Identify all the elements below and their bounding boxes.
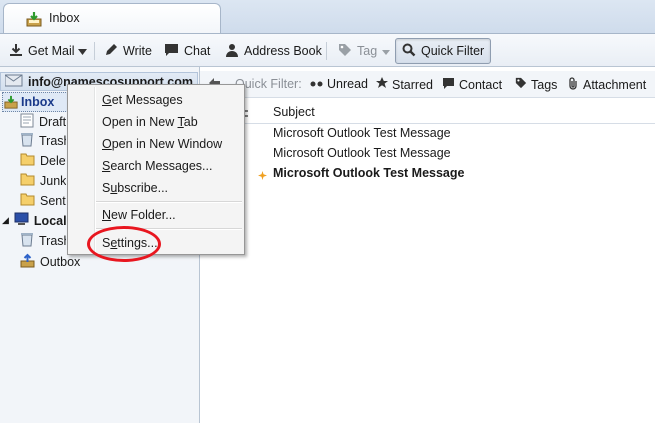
menu-item-open-new-tab[interactable]: Open in New Tab: [102, 115, 198, 129]
folder-label: Sent: [40, 193, 66, 208]
contact-icon: [442, 77, 455, 92]
outbox-icon: [20, 253, 35, 271]
menu-item-open-new-window[interactable]: Open in New Window: [102, 137, 222, 151]
filter-starred-label: Starred: [392, 77, 433, 92]
mnemonic: N: [102, 208, 112, 222]
folder-label: Deleted: [40, 153, 66, 168]
trash-icon: [20, 132, 34, 150]
folder-junk[interactable]: Junk: [20, 171, 66, 190]
quick-filter-button[interactable]: Quick Filter: [395, 38, 492, 64]
folder-sent[interactable]: Sent: [20, 191, 66, 210]
folder-drafts[interactable]: Drafts: [20, 112, 66, 131]
menu-label: bscribe...: [117, 181, 169, 195]
folder-label: Drafts: [39, 114, 66, 129]
magnifier-icon: [402, 43, 416, 60]
settings-highlight-annotation: [87, 226, 161, 262]
contact-icon: [225, 43, 239, 60]
column-subject[interactable]: Subject: [273, 105, 315, 119]
folder-label: Trash: [39, 233, 66, 248]
menu-label: ab: [183, 115, 198, 129]
quick-filter-label: Quick Filter: [421, 44, 485, 58]
paperclip-icon: [568, 77, 579, 93]
folder-label: Local Folders: [33, 213, 66, 228]
filter-tags-label: Tags: [531, 77, 558, 92]
folder-context-menu: Get Messages Open in New Tab Open in New…: [67, 84, 245, 255]
folder-local-trash[interactable]: Trash: [20, 231, 66, 250]
star-icon: [376, 77, 388, 92]
drafts-icon: [20, 113, 34, 131]
tag-button[interactable]: Tag: [338, 41, 391, 61]
menu-item-subscribe[interactable]: Subscribe...: [102, 181, 168, 195]
folder-deleted[interactable]: Deleted: [20, 151, 66, 170]
new-message-star-icon: [258, 169, 267, 183]
folder-trash[interactable]: Trash: [20, 131, 66, 150]
toolbar-divider: [326, 42, 327, 60]
main-toolbar: Get Mail Write Chat Address Book Tag Qui…: [0, 33, 655, 67]
pencil-icon: [104, 43, 118, 60]
tag-icon: [515, 77, 527, 92]
chat-button[interactable]: Chat: [164, 41, 210, 61]
mnemonic: G: [102, 93, 112, 107]
folder-icon: [20, 152, 35, 169]
write-button[interactable]: Write: [104, 41, 152, 61]
quick-filter-bar: Quick Filter: Unread Starred Contact Tag…: [200, 71, 655, 98]
filter-contact[interactable]: Contact: [442, 77, 502, 92]
folder-icon: [20, 172, 35, 189]
inbox-icon: [26, 11, 42, 30]
download-icon: [9, 43, 23, 60]
folder-label: Inbox: [21, 95, 55, 109]
folder-label: Trash: [39, 133, 66, 148]
trash-icon: [20, 232, 34, 250]
account-icon: [4, 73, 23, 90]
write-label: Write: [123, 44, 152, 58]
filter-unread-label: Unread: [327, 77, 368, 91]
menu-separator: [96, 201, 242, 203]
folder-local-folders[interactable]: ◢ Local Folders: [2, 211, 66, 230]
folder-icon: [20, 192, 35, 209]
menu-label: ew Folder...: [111, 208, 176, 222]
tab-strip: Inbox: [0, 0, 655, 33]
folder-label: Outbox: [40, 254, 81, 269]
menu-label: et Messages: [111, 93, 183, 107]
menu-label: Open in New: [102, 115, 178, 129]
menu-item-get-messages[interactable]: Get Messages: [102, 93, 183, 107]
chevron-down-icon: [78, 44, 87, 58]
filter-tags[interactable]: Tags: [515, 77, 557, 92]
inbox-icon: [4, 95, 18, 112]
filter-contact-label: Contact: [459, 77, 503, 92]
get-mail-dropdown[interactable]: [78, 41, 87, 61]
address-book-button[interactable]: Address Book: [225, 41, 322, 61]
menu-item-search-messages[interactable]: Search Messages...: [102, 159, 212, 173]
address-book-label: Address Book: [244, 44, 322, 58]
filter-unread[interactable]: Unread: [310, 77, 368, 91]
get-mail-button[interactable]: Get Mail: [9, 41, 75, 61]
message-row-unread[interactable]: Microsoft Outlook Test Message: [273, 166, 464, 180]
tag-label: Tag: [357, 44, 378, 58]
chat-label: Chat: [184, 44, 211, 58]
menu-label: earch Messages...: [110, 159, 213, 173]
mnemonic: O: [102, 137, 112, 151]
computer-icon: [14, 212, 29, 229]
quick-filter-label: Quick Filter:: [235, 77, 302, 91]
filter-attachment-label: Attachment: [583, 78, 647, 92]
tag-icon: [338, 43, 352, 60]
chevron-down-icon: [382, 44, 391, 58]
toolbar-divider: [94, 42, 95, 60]
chat-bubble-icon: [164, 43, 179, 60]
folder-label: Junk: [40, 173, 66, 188]
filter-attachment[interactable]: Attachment: [568, 77, 646, 93]
menu-item-new-folder[interactable]: New Folder...: [102, 208, 176, 222]
tab-label: Inbox: [49, 11, 80, 25]
menu-label: pen in New Window: [111, 137, 223, 151]
message-row[interactable]: Microsoft Outlook Test Message: [273, 126, 451, 140]
collapse-triangle-icon[interactable]: ◢: [2, 215, 9, 226]
unread-dots-icon: [310, 77, 323, 91]
get-mail-label: Get Mail: [28, 44, 75, 58]
filter-starred[interactable]: Starred: [376, 77, 433, 92]
tab-inbox[interactable]: Inbox: [3, 3, 221, 33]
message-row[interactable]: Microsoft Outlook Test Message: [273, 146, 451, 160]
message-list-header: Subject: [200, 101, 655, 124]
